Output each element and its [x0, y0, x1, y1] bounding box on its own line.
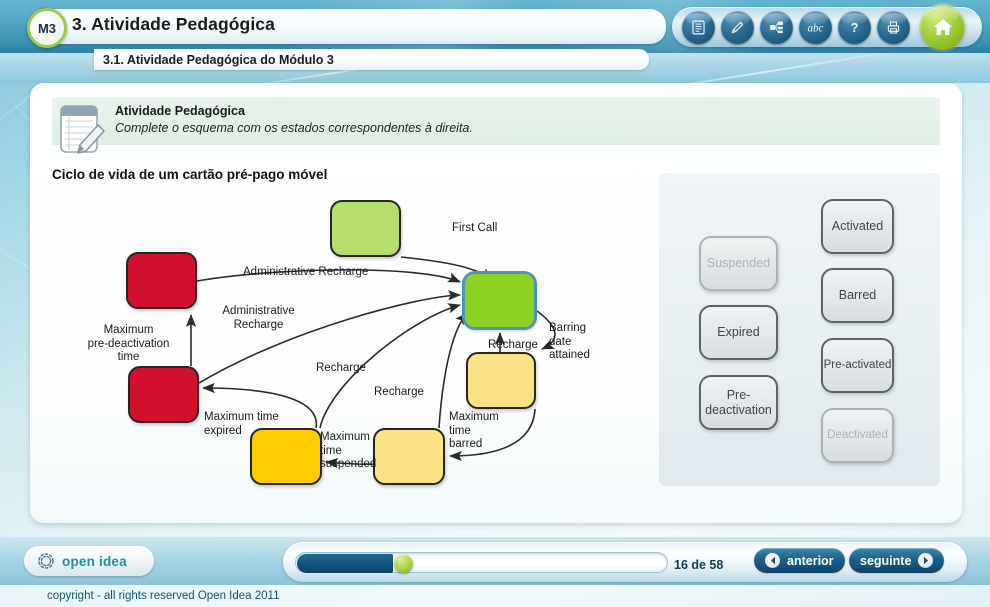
svg-text:abc: abc — [808, 22, 824, 34]
next-label: seguinte — [860, 553, 912, 568]
edge-label-max-time-expired: Maximum time expired — [204, 411, 279, 437]
diagram-node-pre-deactivation[interactable] — [126, 252, 197, 309]
previous-button[interactable]: anterior — [754, 548, 845, 573]
home-icon — [933, 19, 952, 35]
edge-label-recharge-2: Recharge — [374, 386, 424, 398]
diagram-node-activated[interactable] — [463, 272, 536, 329]
open-idea-swirl-icon — [38, 553, 54, 569]
progress-slider-knob[interactable] — [394, 554, 413, 573]
diagram-node-barred[interactable] — [466, 352, 536, 409]
edge-label-admin-recharge-2: Administrative Recharge — [222, 305, 295, 331]
svg-text:?: ? — [851, 20, 859, 35]
diagram-node-deactivated[interactable] — [128, 366, 199, 423]
notes-icon-button[interactable] — [682, 10, 715, 44]
edge-label-max-time-barred: Maximum time barred — [449, 411, 499, 451]
edge-label-barring-date: Barring date attained — [549, 322, 590, 362]
pencil-icon — [731, 21, 744, 33]
notes-icon — [692, 20, 705, 34]
answer-chip-pre-activated[interactable]: Pre-activated — [821, 338, 894, 393]
answer-chip-activated[interactable]: Activated — [821, 199, 894, 254]
answer-chip-deactivated[interactable]: Deactivated — [821, 408, 894, 463]
next-button[interactable]: seguinte — [849, 548, 945, 573]
abc-glossary-icon-button[interactable]: abc — [799, 10, 832, 44]
logo-text: open idea — [62, 553, 127, 569]
chevron-right-icon — [918, 553, 934, 568]
diagram-node-preactivated[interactable] — [330, 200, 401, 257]
answer-chip-expired[interactable]: Expired — [699, 305, 778, 360]
print-icon — [887, 20, 900, 34]
edge-label-max-predeact-time: Maximum pre-deactivation time — [87, 324, 170, 364]
edge-label-admin-recharge-1: Administrative Recharge — [243, 266, 369, 278]
answer-chip-barred[interactable]: Barred — [821, 268, 894, 323]
help-icon: ? — [851, 20, 859, 35]
open-idea-logo[interactable]: open idea — [24, 546, 154, 576]
chevron-left-icon — [765, 553, 780, 568]
copyright-text: copyright - all rights reserved Open Ide… — [47, 590, 280, 602]
edge-label-first-call: First Call — [452, 222, 498, 234]
section-title: 3.1. Atividade Pedagógica do Módulo 3 — [103, 53, 334, 67]
answer-chip-pre-deactivation[interactable]: Pre- deactivation — [699, 375, 778, 430]
answer-chip-suspended[interactable]: Suspended — [699, 236, 778, 291]
help-icon-button[interactable]: ? — [838, 10, 871, 44]
sitemap-icon — [770, 21, 783, 33]
print-icon-button[interactable] — [877, 10, 910, 44]
edge-label-recharge-1: Recharge — [316, 362, 366, 374]
progress-slider-track[interactable] — [295, 552, 668, 573]
home-icon-button[interactable] — [920, 4, 965, 50]
page-title: 3. Atividade Pedagógica — [72, 14, 275, 34]
sitemap-icon-button[interactable] — [760, 10, 793, 44]
pencil-icon-button[interactable] — [721, 10, 754, 44]
abc-icon: abc — [808, 22, 824, 34]
progress-slider-fill — [297, 554, 394, 573]
diagram-node-suspended[interactable] — [373, 428, 445, 485]
edge-label-max-time-suspended: Maximum time suspended — [320, 431, 377, 471]
module-badge: M3 — [27, 8, 67, 48]
top-toolbar: abc ? — [672, 4, 982, 50]
edge-label-recharge-3: Recharge — [488, 339, 538, 351]
page-counter: 16 de 58 — [674, 558, 724, 572]
previous-label: anterior — [787, 553, 834, 568]
